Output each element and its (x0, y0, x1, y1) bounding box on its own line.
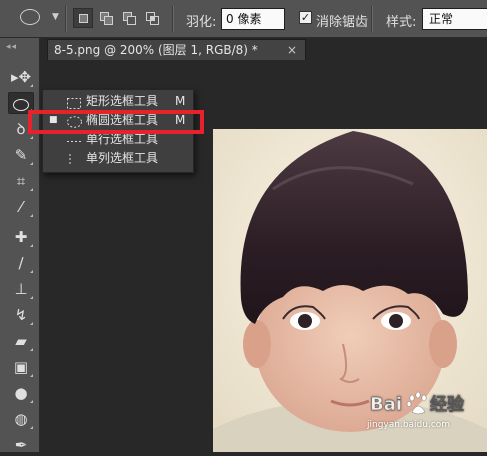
subtract-from-selection-button[interactable] (119, 8, 139, 28)
document-tab-bar: 8-5.png @ 200% (图层 1, RGB/8) * × (40, 38, 487, 60)
flyout-item-label: 矩形选框工具 (86, 94, 159, 108)
blur-tool-icon[interactable]: ● (8, 382, 34, 404)
chevron-down-icon[interactable]: ▼ (52, 12, 59, 22)
antialias-checkbox[interactable]: ✓ (299, 11, 312, 24)
flyout-item-rect-marquee[interactable]: 矩形选框工具 M (43, 92, 193, 111)
divider (65, 6, 67, 32)
svg-text:经验: 经验 (430, 394, 465, 415)
style-select[interactable]: 正常 (422, 8, 487, 30)
move-tool-icon[interactable]: ▸✥ (8, 66, 34, 88)
divider (371, 6, 373, 32)
single-column-marquee-icon (67, 153, 81, 172)
ellipse-tool-preset-icon[interactable] (20, 9, 40, 25)
history-brush-tool-icon[interactable]: ↯ (8, 304, 34, 326)
baidu-jingyan-watermark: Bai 经验 jingyan.baidu.com (367, 390, 482, 430)
crop-tool-icon[interactable]: ⌗ (8, 170, 34, 192)
brush-tool-icon[interactable]: ∕ (8, 252, 34, 274)
quick-selection-tool-icon[interactable]: ✎ (8, 144, 34, 166)
feather-label: 羽化: (186, 15, 217, 30)
divider (172, 6, 174, 32)
tools-panel: ◂◂ ▸✥ ꝺ ✎ ⌗ ⁄ ✚ ∕ ⊥ ↯ ▰ ▣ ● ◍ ✒ (0, 38, 40, 454)
document-tab[interactable]: 8-5.png @ 200% (图层 1, RGB/8) * × (47, 39, 306, 60)
gradient-tool-icon[interactable]: ▣ (8, 356, 34, 378)
watermark-logo: Bai 经验 (370, 390, 482, 421)
clone-stamp-tool-icon[interactable]: ⊥ (8, 278, 34, 300)
panel-grip-icon[interactable]: ◂◂ (6, 42, 17, 52)
options-bar: ▼ 羽化: 0 像素 ✓ 消除锯齿 样式: 正常 (0, 0, 487, 38)
baidu-logo-icon: Bai 经验 (370, 391, 465, 415)
close-icon[interactable]: × (287, 40, 297, 60)
eraser-tool-icon[interactable]: ▰ (8, 330, 34, 352)
healing-brush-tool-icon[interactable]: ✚ (8, 226, 34, 248)
flyout-item-label: 单列选框工具 (86, 151, 159, 165)
svg-text:Bai: Bai (370, 394, 402, 415)
style-label: 样式: (386, 15, 417, 30)
flyout-item-shortcut: M (175, 94, 186, 108)
document-tab-title: 8-5.png @ 200% (图层 1, RGB/8) * (54, 43, 258, 57)
eyedropper-tool-icon[interactable]: ⁄ (8, 196, 34, 218)
highlight-box (28, 110, 204, 134)
flyout-item-single-column-marquee[interactable]: 单列选框工具 (43, 149, 193, 168)
pen-tool-icon[interactable]: ✒ (8, 434, 34, 456)
new-selection-button[interactable] (73, 8, 93, 28)
watermark-url: jingyan.baidu.com (367, 420, 451, 430)
feather-input[interactable]: 0 像素 (221, 8, 285, 30)
add-to-selection-button[interactable] (96, 8, 116, 28)
intersect-selection-button[interactable] (142, 8, 162, 28)
antialias-label: 消除锯齿 (316, 15, 369, 30)
dodge-tool-icon[interactable]: ◍ (8, 408, 34, 430)
